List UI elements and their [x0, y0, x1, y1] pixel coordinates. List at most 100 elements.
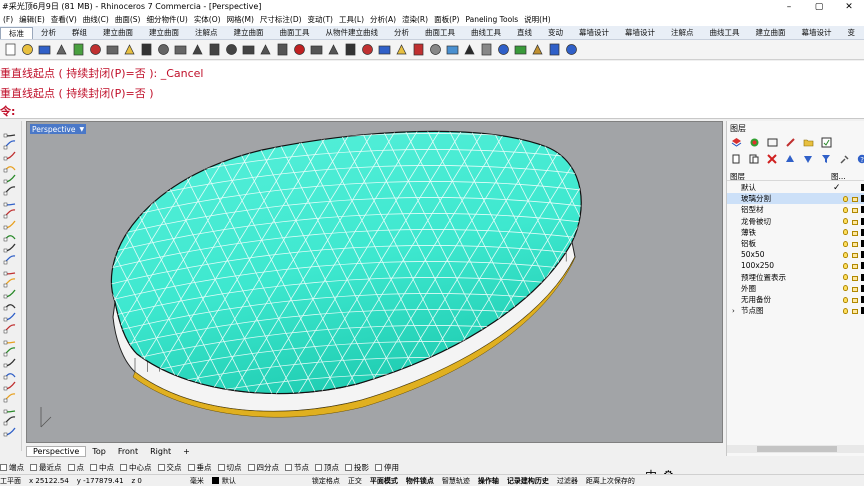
layer-row[interactable]: 预埋位置表示: [727, 272, 864, 283]
lock-icon[interactable]: [852, 197, 858, 203]
osnap-option[interactable]: 中心点: [120, 462, 152, 473]
lock-icon[interactable]: [852, 230, 858, 236]
cut-icon[interactable]: [87, 42, 103, 58]
toolbar-tab[interactable]: 曲线工具: [463, 27, 509, 38]
lock-icon[interactable]: [852, 253, 858, 259]
grasshopper-icon[interactable]: [512, 42, 528, 58]
minimize-button[interactable]: –: [774, 2, 804, 12]
osnap-checkbox[interactable]: [375, 463, 382, 471]
layer-row[interactable]: › 节点图: [727, 305, 864, 316]
menu-item[interactable]: 尺寸标注(D): [257, 14, 305, 25]
status-toggle[interactable]: 正交: [348, 476, 362, 486]
toolbar-tab[interactable]: 分析: [386, 27, 417, 38]
display-tab-icon[interactable]: [766, 136, 778, 148]
toolbar-tab[interactable]: 建立曲面: [95, 27, 141, 38]
layer-row[interactable]: 龙骨被切: [727, 216, 864, 227]
menu-item[interactable]: Paneling Tools: [462, 15, 521, 24]
osnap-option[interactable]: 节点: [285, 462, 309, 473]
lock-icon[interactable]: [852, 219, 858, 225]
osnap-checkbox[interactable]: [285, 463, 292, 471]
new-file-icon[interactable]: [2, 42, 18, 58]
delete-layer-icon[interactable]: [766, 153, 778, 165]
options-tab-icon[interactable]: [820, 136, 832, 148]
toolbar-tab[interactable]: 建立曲面: [226, 27, 272, 38]
toolbar-tab[interactable]: 建立曲面: [141, 27, 187, 38]
osnap-option[interactable]: 交点: [157, 462, 182, 473]
osnap-checkbox[interactable]: [217, 463, 225, 471]
layer-row[interactable]: 50x50: [727, 249, 864, 260]
layer-row[interactable]: 薄铁: [727, 227, 864, 238]
toolbar-tab[interactable]: 从物件建立曲线: [318, 27, 387, 38]
zoom-selected-icon[interactable]: [240, 42, 256, 58]
script-icon[interactable]: [529, 42, 545, 58]
menu-item[interactable]: 曲面(S): [112, 14, 144, 25]
lock-icon[interactable]: [852, 309, 858, 315]
properties-icon[interactable]: [376, 42, 392, 58]
menu-item[interactable]: 编辑(E): [16, 14, 48, 25]
status-toggle[interactable]: 物件锁点: [406, 476, 434, 486]
check-icon[interactable]: [3, 426, 19, 440]
osnap-checkbox[interactable]: [120, 463, 127, 471]
osnap-checkbox[interactable]: [187, 463, 195, 471]
zoom-extents-icon[interactable]: [223, 42, 239, 58]
layer-icon[interactable]: [359, 42, 375, 58]
visibility-bulb-icon[interactable]: [843, 285, 848, 292]
osnap-option[interactable]: 点: [67, 462, 84, 473]
copy-icon[interactable]: [104, 42, 120, 58]
osnap-option[interactable]: 中点: [90, 462, 114, 473]
menu-item[interactable]: 查看(V): [48, 14, 80, 25]
viewport-tab[interactable]: Front: [112, 447, 144, 456]
visibility-bulb-icon[interactable]: [843, 229, 848, 236]
paste-icon[interactable]: [121, 42, 137, 58]
layer-row[interactable]: 铝板: [727, 238, 864, 249]
toolbar-tab[interactable]: 注解点: [187, 27, 226, 38]
set-view-icon[interactable]: [308, 42, 324, 58]
layer-row[interactable]: 无用备份: [727, 294, 864, 305]
viewport-title[interactable]: Perspective ▼: [30, 124, 87, 134]
help-icon[interactable]: ?: [856, 153, 864, 165]
layers-tab-icon[interactable]: [730, 136, 742, 148]
print-icon[interactable]: [53, 42, 69, 58]
osnap-option[interactable]: 顶点: [315, 462, 339, 473]
zoom-window-icon[interactable]: [206, 42, 222, 58]
toolbar-tab[interactable]: 曲面工具: [272, 27, 318, 38]
pan-icon[interactable]: [155, 42, 171, 58]
osnap-icon[interactable]: [325, 42, 341, 58]
select-icon[interactable]: [342, 42, 358, 58]
import-icon[interactable]: [70, 42, 86, 58]
osnap-checkbox[interactable]: [345, 463, 352, 471]
material-icon[interactable]: [444, 42, 460, 58]
menu-item[interactable]: 面板(P): [431, 14, 462, 25]
lock-icon[interactable]: [852, 275, 858, 281]
status-toggle[interactable]: 操作轴: [478, 476, 499, 486]
lock-icon[interactable]: [852, 298, 858, 303]
status-toggle[interactable]: 距离上次保存的: [586, 476, 635, 486]
menu-item[interactable]: 实体(O): [191, 14, 224, 25]
toolbar-tab[interactable]: 标准: [0, 26, 33, 39]
close-button[interactable]: ✕: [834, 2, 864, 12]
status-toggle[interactable]: 过滤器: [557, 476, 578, 486]
render-icon[interactable]: [410, 42, 426, 58]
zoom-icon[interactable]: [189, 42, 205, 58]
material-tab-icon[interactable]: [784, 136, 796, 148]
toolbar-tab[interactable]: 曲面工具: [417, 27, 463, 38]
status-toggle[interactable]: 智慧轨迹: [442, 476, 470, 486]
status-toggle[interactable]: 平面模式: [370, 476, 398, 486]
perspective-viewport[interactable]: Perspective ▼: [26, 121, 723, 443]
move-down-icon[interactable]: [802, 153, 814, 165]
cplane-label[interactable]: 工平面: [0, 476, 21, 486]
toolbar-tab[interactable]: 幕墙设计: [571, 27, 617, 38]
osnap-option[interactable]: 投影: [345, 462, 369, 473]
visibility-bulb-icon[interactable]: [843, 296, 848, 303]
visibility-bulb-icon[interactable]: [843, 218, 848, 225]
expand-chevron-icon[interactable]: ›: [732, 307, 735, 315]
toolbar-tab[interactable]: 幕墙设计: [617, 27, 663, 38]
osnap-option[interactable]: 垂点: [187, 462, 212, 473]
menu-item[interactable]: 分析(A): [367, 14, 399, 25]
toolbox-icon[interactable]: [546, 42, 562, 58]
osnap-checkbox[interactable]: [90, 463, 97, 471]
osnap-option[interactable]: 四分点: [247, 462, 279, 473]
render-tab-icon[interactable]: [748, 136, 760, 148]
options-icon[interactable]: [495, 42, 511, 58]
layer-row[interactable]: 100x250: [727, 260, 864, 271]
